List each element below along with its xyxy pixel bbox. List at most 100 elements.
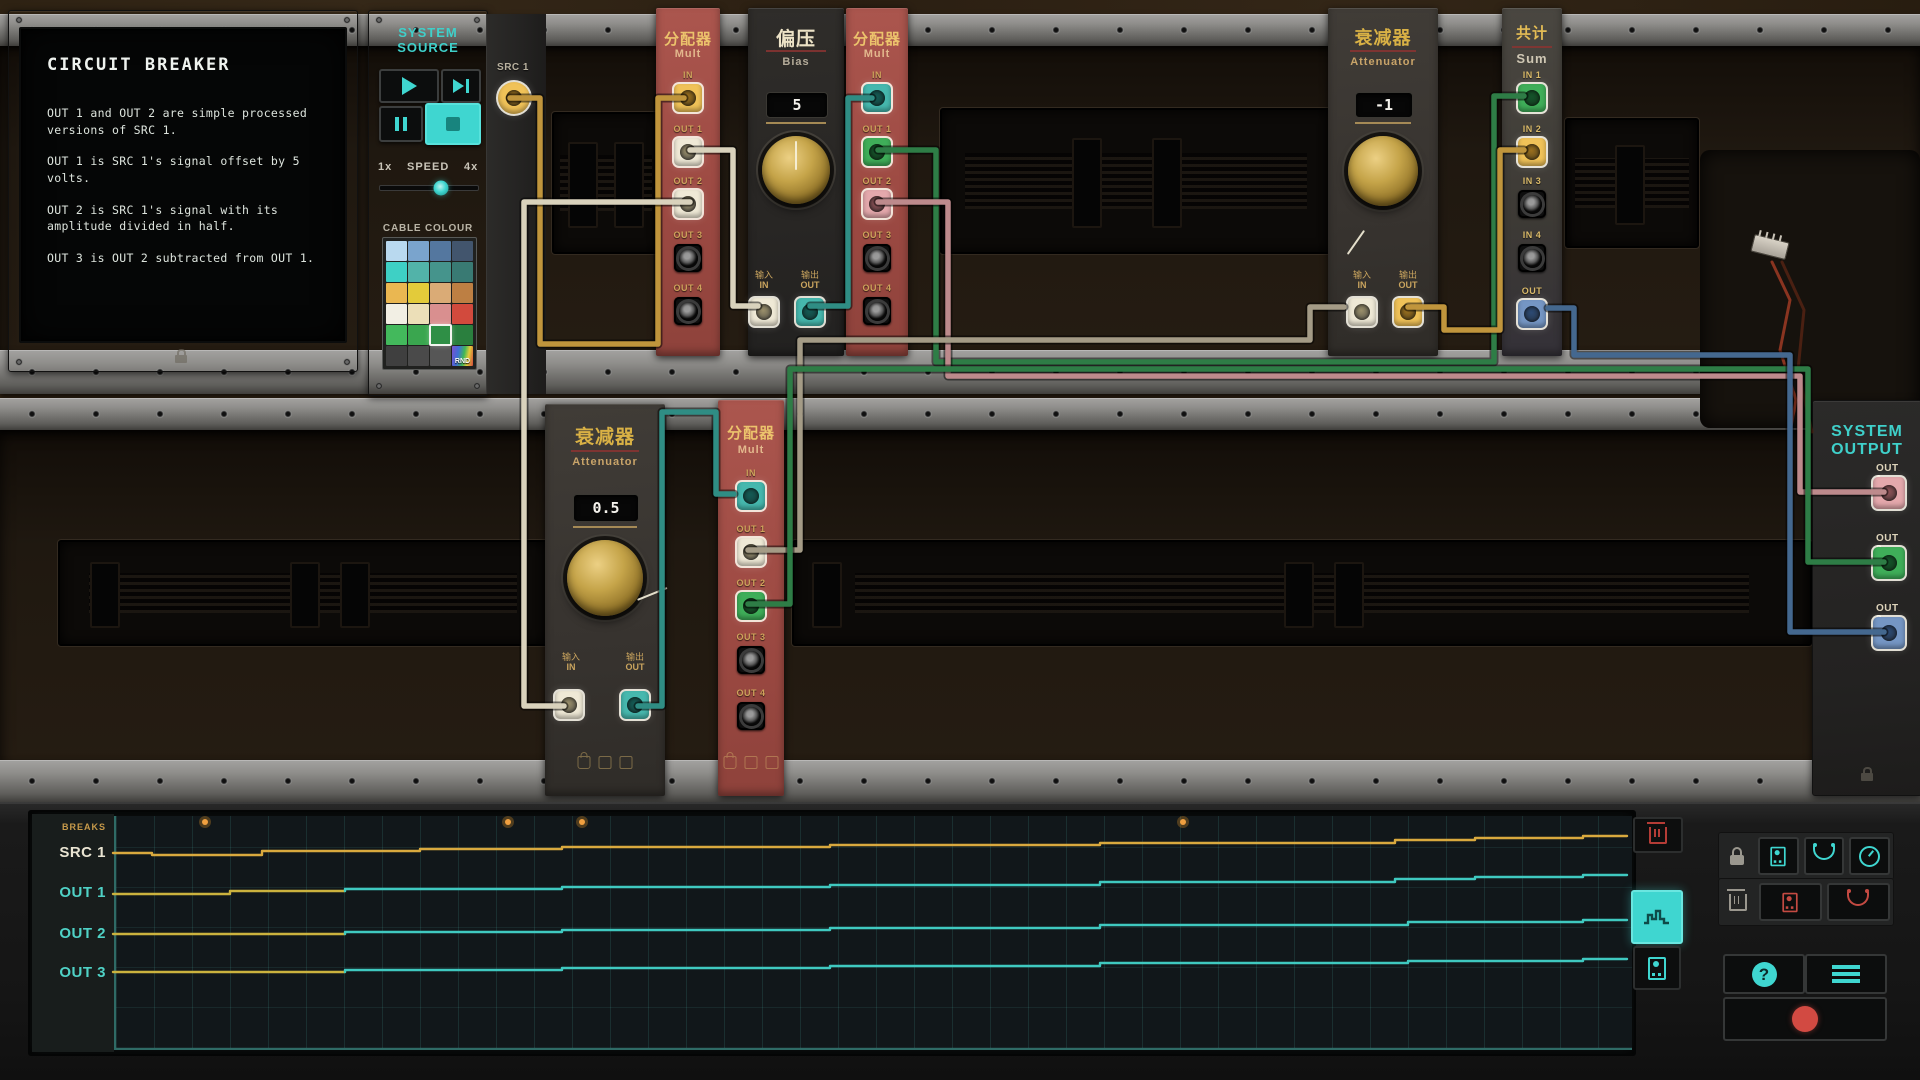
mult2-in-jack[interactable] [863, 84, 891, 112]
speed-slider[interactable] [379, 185, 479, 191]
mult2-out1-jack[interactable] [863, 138, 891, 166]
delete-cables-button[interactable] [1827, 883, 1890, 921]
sysout1-jack[interactable] [1873, 477, 1905, 509]
duplicate-icon[interactable] [745, 756, 758, 769]
src1-jack[interactable] [498, 82, 530, 114]
duplicate-icon[interactable] [599, 756, 612, 769]
attenuator-mid-out-jack[interactable] [621, 691, 649, 719]
cable-colour-swatch[interactable] [452, 304, 473, 324]
sum-in1-jack[interactable] [1518, 84, 1546, 112]
cable-colour-swatch[interactable] [452, 262, 473, 282]
attenuator-top-in-jack[interactable] [1348, 298, 1376, 326]
attenuator-mid-knob[interactable] [567, 540, 643, 616]
cable-colour-swatch[interactable] [408, 325, 429, 345]
cable-colour-swatch[interactable] [430, 304, 451, 324]
mult1-in-jack[interactable] [674, 84, 702, 112]
play-button[interactable] [379, 69, 439, 103]
delete-icon[interactable] [620, 756, 633, 769]
cable-colour-swatch[interactable] [452, 283, 473, 303]
module-title-cn: 衰减器 [545, 422, 665, 449]
module-mult-mid[interactable]: 分配器 Mult IN OUT 1 OUT 2 OUT 3 OUT 4 [718, 400, 784, 796]
rack-connector [940, 108, 1332, 254]
delete-all-button[interactable] [1722, 884, 1754, 920]
sysout3-jack[interactable] [1873, 617, 1905, 649]
mult1-out2-jack[interactable] [674, 190, 702, 218]
cable-colour-swatch[interactable] [386, 262, 407, 282]
attenuator-mid-value-display[interactable]: 0.5 [573, 494, 639, 522]
unlock-icon[interactable] [578, 756, 591, 769]
cable-colour-swatch[interactable] [452, 241, 473, 261]
lock-all-button[interactable] [1722, 838, 1753, 874]
module-bias[interactable]: 偏压 Bias 5 输入IN 输出OUT [748, 8, 844, 356]
cable-colour-swatch[interactable] [408, 346, 429, 366]
value-underline [573, 526, 637, 528]
cable-colour-swatch[interactable] [430, 262, 451, 282]
menu-button[interactable] [1805, 954, 1887, 994]
multmid-out3-jack[interactable] [737, 646, 765, 674]
module-attenuator-mid[interactable]: 衰减器 Attenuator 0.5 输入IN 输出OUT [545, 404, 665, 796]
mult2-out3-jack[interactable] [863, 244, 891, 272]
scope-delete-button[interactable] [1633, 817, 1683, 853]
cable-colour-swatch[interactable] [386, 241, 407, 261]
lock-cables-button[interactable] [1804, 837, 1845, 875]
delete-icon[interactable] [766, 756, 779, 769]
sum-in2-jack[interactable] [1518, 138, 1546, 166]
cable-colour-swatch[interactable] [452, 325, 473, 345]
cable-colour-swatch[interactable] [386, 283, 407, 303]
cable-colour-swatch[interactable] [408, 283, 429, 303]
cable-colour-swatch[interactable] [408, 304, 429, 324]
delete-modules-button[interactable] [1759, 883, 1822, 921]
bias-out-jack[interactable] [796, 298, 824, 326]
mult2-out2-jack[interactable] [863, 190, 891, 218]
rack-connector [58, 540, 548, 646]
unlock-icon[interactable] [724, 756, 737, 769]
cable-colour-swatch[interactable] [408, 262, 429, 282]
multmid-out2-jack[interactable] [737, 592, 765, 620]
tutorial-paragraph: OUT 1 is SRC 1's signal offset by 5 volt… [47, 153, 321, 186]
record-button[interactable] [1723, 997, 1887, 1041]
lock-modules-button[interactable] [1758, 837, 1799, 875]
cable-colour-swatch[interactable] [386, 304, 407, 324]
bias-value-display[interactable]: 5 [766, 92, 828, 118]
help-button[interactable]: ? [1723, 954, 1805, 994]
module-mult-2[interactable]: 分配器 Mult IN OUT 1 OUT 2 OUT 3 OUT 4 [846, 8, 908, 356]
multmid-out1-jack[interactable] [737, 538, 765, 566]
mult1-out4-jack[interactable] [674, 297, 702, 325]
module-attenuator-top[interactable]: 衰减器 Attenuator -1 输入IN 输出OUT [1328, 8, 1438, 356]
cable-colour-swatch[interactable] [430, 325, 451, 345]
multmid-out4-jack[interactable] [737, 702, 765, 730]
multmid-in-jack[interactable] [737, 482, 765, 510]
system-source-panel: SYSTEM SOURCE 1x SPEED 4x CABLE COLOUR R… [368, 10, 488, 396]
sum-in4-jack[interactable] [1518, 244, 1546, 272]
attenuator-top-knob[interactable] [1348, 136, 1418, 206]
cable-colour-swatch[interactable] [430, 283, 451, 303]
mult1-out1-jack[interactable] [674, 138, 702, 166]
sum-out-jack[interactable] [1518, 300, 1546, 328]
bias-knob[interactable] [762, 136, 830, 204]
scope-module-view-button[interactable] [1633, 946, 1681, 990]
pause-button[interactable] [379, 106, 423, 142]
mult2-out4-jack[interactable] [863, 297, 891, 325]
cable-icon [1847, 892, 1869, 906]
cable-colour-swatch[interactable]: RND [452, 346, 473, 366]
step-button[interactable] [441, 69, 481, 103]
cable-colour-swatch[interactable] [386, 325, 407, 345]
cable-colour-swatch[interactable] [430, 241, 451, 261]
attenuator-mid-in-jack[interactable] [555, 691, 583, 719]
attenuator-top-value-display[interactable]: -1 [1355, 92, 1413, 118]
scope-plot[interactable] [114, 816, 1632, 1050]
lock-knobs-button[interactable] [1849, 837, 1890, 875]
scope-waveform-view-button[interactable] [1631, 890, 1683, 944]
attenuator-top-out-jack[interactable] [1394, 298, 1422, 326]
cable-colour-swatch[interactable] [430, 346, 451, 366]
sysout2-jack[interactable] [1873, 547, 1905, 579]
sum-in3-jack[interactable] [1518, 190, 1546, 218]
module-sum[interactable]: 共计 Sum IN 1 IN 2 IN 3 IN 4 OUT [1502, 8, 1562, 356]
cable-colour-swatch[interactable] [386, 346, 407, 366]
bias-in-jack[interactable] [750, 298, 778, 326]
speed-slider-knob[interactable] [433, 181, 448, 196]
mult1-out3-jack[interactable] [674, 244, 702, 272]
module-mult-1[interactable]: 分配器 Mult IN OUT 1 OUT 2 OUT 3 OUT 4 [656, 8, 720, 356]
stop-button[interactable] [425, 103, 481, 145]
cable-colour-swatch[interactable] [408, 241, 429, 261]
